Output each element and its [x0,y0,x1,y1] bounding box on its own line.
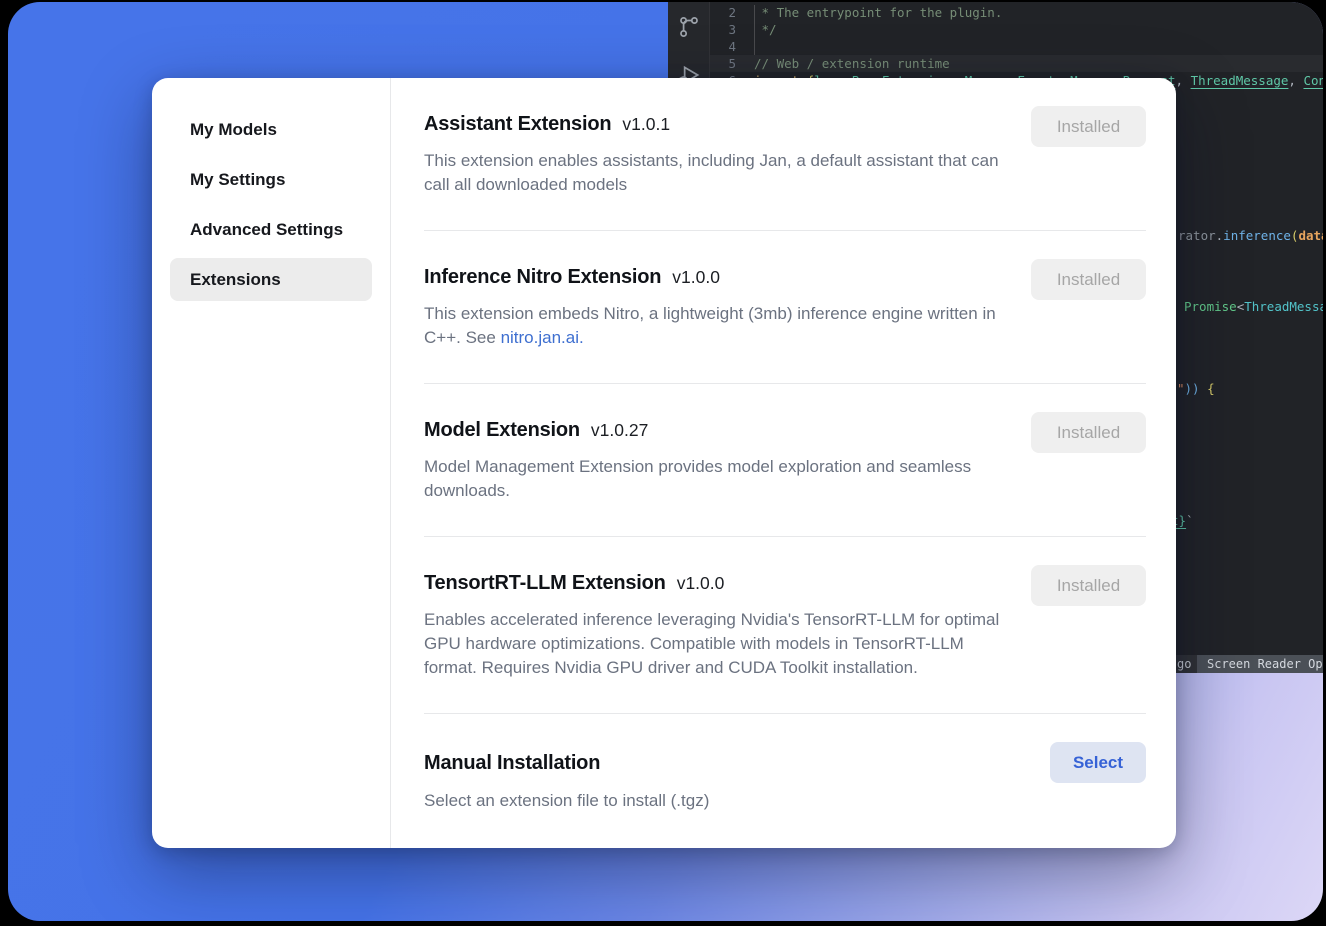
code-line: 3 */ [710,21,1323,38]
composite-scene: 2 * The entrypoint for the plugin. 3 */ … [8,2,1323,921]
code-text: // Web / extension runtime [736,55,950,72]
extension-title: Model Extension [424,419,580,442]
extension-description: Select an extension file to install (.tg… [424,789,1014,813]
code-line: 5// Web / extension runtime [710,55,1323,72]
extension-row-model: Model Extension v1.0.27 Model Management… [424,383,1146,536]
extension-description: This extension enables assistants, inclu… [424,149,1014,197]
installed-button[interactable]: Installed [1031,106,1146,147]
line-number: 3 [710,21,736,38]
settings-card: My Models My Settings Advanced Settings … [152,78,1176,848]
sidebar-item-my-models[interactable]: My Models [170,108,372,151]
extension-row-manual-installation: Manual Installation Select an extension … [424,713,1146,846]
sidebar-item-my-settings[interactable]: My Settings [170,158,372,201]
source-control-icon[interactable] [676,14,702,40]
line-number: 5 [710,55,736,72]
sidebar-item-extensions[interactable]: Extensions [170,258,372,301]
code-fragment: Promise<ThreadMessage> [1184,298,1323,315]
status-bar-left-text: go [1177,657,1191,671]
code-line: 2 * The entrypoint for the plugin. [710,4,1323,21]
extension-description: This extension embeds Nitro, a lightweig… [424,302,1014,350]
extensions-list: Assistant Extension v1.0.1 This extensio… [391,78,1176,848]
extension-row-tensorrt-llm: TensortRT-LLM Extension v1.0.0 Enables a… [424,536,1146,713]
extension-version: v1.0.0 [672,267,720,288]
extension-title: Manual Installation [424,752,600,775]
extension-version: v1.0.0 [677,573,725,594]
extension-version: v1.0.1 [622,114,670,135]
code-text [736,38,754,55]
select-button[interactable]: Select [1050,742,1146,783]
extension-title: Assistant Extension [424,113,611,136]
line-number: 2 [710,4,736,21]
code-line: 4 [710,38,1323,55]
extension-title: Inference Nitro Extension [424,266,661,289]
extension-description: Model Management Extension provides mode… [424,455,1014,503]
line-number: 4 [710,38,736,55]
code-fragment: rator.inference(data)); [1178,227,1323,244]
screen-reader-status-item[interactable]: Screen Reader Optimized [1197,655,1323,673]
sidebar-item-advanced-settings[interactable]: Advanced Settings [170,208,372,251]
extension-row-assistant: Assistant Extension v1.0.1 This extensio… [424,78,1146,230]
extension-version: v1.0.27 [591,420,648,441]
code-fragment: ")) { [1177,380,1215,397]
installed-button[interactable]: Installed [1031,412,1146,453]
code-text: * The entrypoint for the plugin. [736,4,1002,21]
nitro-jan-ai-link[interactable]: nitro.jan.ai. [501,328,584,347]
code-area: 2 * The entrypoint for the plugin. 3 */ … [710,4,1323,89]
extension-row-inference-nitro: Inference Nitro Extension v1.0.0 This ex… [424,230,1146,383]
extension-description: Enables accelerated inference leveraging… [424,608,1014,680]
installed-button[interactable]: Installed [1031,565,1146,606]
code-text: */ [736,21,777,38]
extension-title: TensortRT-LLM Extension [424,572,666,595]
settings-sidebar: My Models My Settings Advanced Settings … [152,78,391,848]
installed-button[interactable]: Installed [1031,259,1146,300]
